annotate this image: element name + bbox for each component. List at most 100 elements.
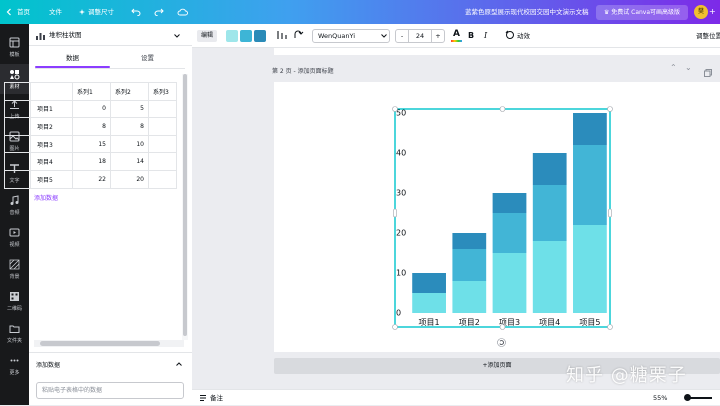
chevron-up-icon[interactable]: ⌃ bbox=[670, 63, 677, 72]
header-blank-cell[interactable] bbox=[30, 82, 73, 101]
rotate-handle-icon[interactable] bbox=[497, 338, 506, 347]
undo-icon[interactable] bbox=[131, 8, 141, 16]
font-family-value: WenQuanYi bbox=[318, 32, 356, 40]
y-tick-label: 30 bbox=[396, 189, 406, 198]
value-cell[interactable] bbox=[148, 169, 177, 189]
notes-button[interactable]: 备注 bbox=[210, 390, 223, 406]
file-menu[interactable]: 文件 bbox=[49, 0, 62, 24]
sidebar-item-more[interactable]: 更多 bbox=[0, 350, 29, 380]
page-title[interactable]: 第 2 页 - 添加页面标题 bbox=[272, 66, 334, 75]
font-size-input[interactable]: 24 bbox=[408, 30, 432, 42]
scrollbar-thumb[interactable] bbox=[40, 341, 160, 346]
tab-settings[interactable]: 设置 bbox=[110, 48, 185, 68]
previous-page[interactable] bbox=[274, 48, 720, 55]
scrollbar-thumb[interactable] bbox=[183, 74, 187, 336]
value-cell[interactable]: 18 bbox=[72, 152, 111, 171]
value-cell[interactable]: 10 bbox=[110, 134, 149, 154]
text-color-icon[interactable]: A bbox=[451, 29, 462, 43]
add-data-link[interactable]: 添加数据 bbox=[34, 193, 58, 202]
stacked-bar-chart[interactable]: 01020304050项目1 项目2 项目3 项目4 项目5 bbox=[274, 82, 720, 352]
zoom-level[interactable]: 55% bbox=[653, 390, 667, 406]
resize-button[interactable]: 调整尺寸 bbox=[88, 0, 114, 24]
position-button[interactable]: 调整位置 bbox=[696, 24, 720, 48]
horizontal-scrollbar[interactable] bbox=[34, 340, 184, 347]
upgrade-label: 免费试 Canva可画高级版 bbox=[611, 9, 681, 16]
value-cell[interactable]: 20 bbox=[110, 169, 149, 189]
column-header[interactable]: 系列3 bbox=[148, 82, 177, 101]
row-handle-cell[interactable] bbox=[4, 117, 31, 136]
column-header[interactable]: 系列2 bbox=[110, 82, 149, 101]
spacing-icon[interactable] bbox=[276, 29, 288, 41]
value-cell[interactable]: 8 bbox=[110, 117, 149, 136]
value-cell[interactable] bbox=[148, 117, 177, 136]
color-swatch[interactable] bbox=[226, 30, 238, 42]
value-cell[interactable] bbox=[148, 152, 177, 171]
redo-icon[interactable] bbox=[154, 8, 164, 16]
folder-icon bbox=[9, 325, 20, 333]
bold-button[interactable]: B bbox=[468, 24, 474, 48]
chevron-down-icon[interactable]: ⌄ bbox=[685, 63, 692, 72]
back-chevron-icon[interactable] bbox=[6, 8, 12, 16]
animate-button[interactable]: 动效 bbox=[517, 24, 530, 48]
sidebar-item-video[interactable]: 视频 bbox=[0, 222, 29, 252]
column-header[interactable]: 系列1 bbox=[72, 82, 111, 101]
row-label-cell[interactable]: 项目3 bbox=[30, 134, 73, 154]
value-cell[interactable]: 14 bbox=[110, 152, 149, 171]
zoom-slider-knob[interactable] bbox=[684, 394, 691, 401]
row-handle-cell[interactable] bbox=[4, 99, 31, 119]
copy-page-icon[interactable] bbox=[704, 69, 712, 77]
decrease-size-button[interactable]: - bbox=[396, 30, 408, 42]
bar-segment bbox=[573, 225, 607, 313]
value-cell[interactable]: 22 bbox=[72, 169, 111, 189]
color-swatch[interactable] bbox=[240, 30, 252, 42]
paste-data-input[interactable]: 粘贴电子表格中的数据 bbox=[36, 382, 184, 399]
color-swatch[interactable] bbox=[254, 30, 266, 42]
document-title[interactable]: 蓝紫色原型展示现代校园交园中文演示文稿 bbox=[465, 0, 589, 24]
upgrade-button[interactable]: ♛ 免费试 Canva可画高级版 bbox=[596, 5, 688, 20]
edit-button[interactable]: 编辑 bbox=[197, 30, 217, 42]
cloud-sync-icon[interactable] bbox=[177, 8, 188, 16]
row-handle-cell[interactable] bbox=[4, 169, 31, 189]
share-plus-icon[interactable]: + bbox=[709, 6, 719, 18]
value-cell[interactable] bbox=[148, 134, 177, 154]
font-family-select[interactable]: WenQuanYi bbox=[312, 29, 390, 43]
value-cell[interactable]: 15 bbox=[72, 134, 111, 154]
sidebar-item-folder[interactable]: 文件夹 bbox=[0, 318, 29, 348]
bar-segment bbox=[412, 273, 446, 293]
tab-data[interactable]: 数据 bbox=[35, 48, 110, 68]
row-label-cell[interactable]: 项目5 bbox=[30, 169, 73, 189]
row-label-cell[interactable]: 项目1 bbox=[30, 99, 73, 119]
sidebar-item-template[interactable]: 模板 bbox=[0, 32, 29, 62]
canvas-page[interactable]: 0 10 20 30 40 50 项目1 项目2 项目3 项目4 项目5 bbox=[274, 82, 720, 352]
increase-size-button[interactable]: + bbox=[432, 30, 444, 42]
x-tick-label: 项目1 bbox=[419, 318, 440, 327]
sidebar-item-label: 二维码 bbox=[6, 306, 22, 312]
value-cell[interactable] bbox=[148, 99, 177, 119]
row-label-cell[interactable]: 项目2 bbox=[30, 117, 73, 136]
home-link[interactable]: 首页 bbox=[17, 0, 30, 24]
resize-handle bbox=[392, 106, 398, 112]
value-cell[interactable]: 5 bbox=[110, 99, 149, 119]
row-handle-cell[interactable] bbox=[4, 134, 31, 154]
sidebar-item-background[interactable]: 背景 bbox=[0, 254, 29, 284]
top-bar: 首页 文件 调整尺寸 蓝紫色原型展示现代校园交园中文演示文稿 ♛ 免费试 Can… bbox=[0, 0, 720, 24]
stacked-bar-chart-icon bbox=[36, 33, 45, 40]
audio-icon bbox=[10, 195, 19, 205]
row-handle-cell[interactable] bbox=[4, 152, 31, 171]
value-cell[interactable]: 0 bbox=[72, 99, 111, 119]
row-label-cell[interactable]: 项目4 bbox=[30, 152, 73, 171]
chevron-down-icon bbox=[174, 34, 180, 38]
rotate-icon[interactable] bbox=[292, 29, 304, 41]
editor-toolbar: 编辑 WenQuanYi - 24 + A B I 动效 调整位置 bbox=[192, 24, 720, 48]
vertical-scrollbar[interactable] bbox=[182, 74, 188, 340]
value-cell[interactable]: 8 bbox=[72, 117, 111, 136]
chevron-up-icon[interactable] bbox=[176, 362, 182, 366]
corner-cell[interactable] bbox=[4, 82, 31, 101]
table-row: 项目2 8 8 bbox=[4, 117, 177, 136]
chart-type-selector[interactable]: 堆积柱状图 bbox=[29, 24, 192, 46]
sidebar-item-audio[interactable]: 音频 bbox=[0, 190, 29, 220]
add-data-section-title: 添加数据 bbox=[36, 362, 61, 369]
user-avatar[interactable]: 樊 bbox=[694, 5, 708, 19]
sidebar-item-qrcode[interactable]: 二维码 bbox=[0, 286, 29, 316]
italic-button[interactable]: I bbox=[484, 24, 487, 48]
